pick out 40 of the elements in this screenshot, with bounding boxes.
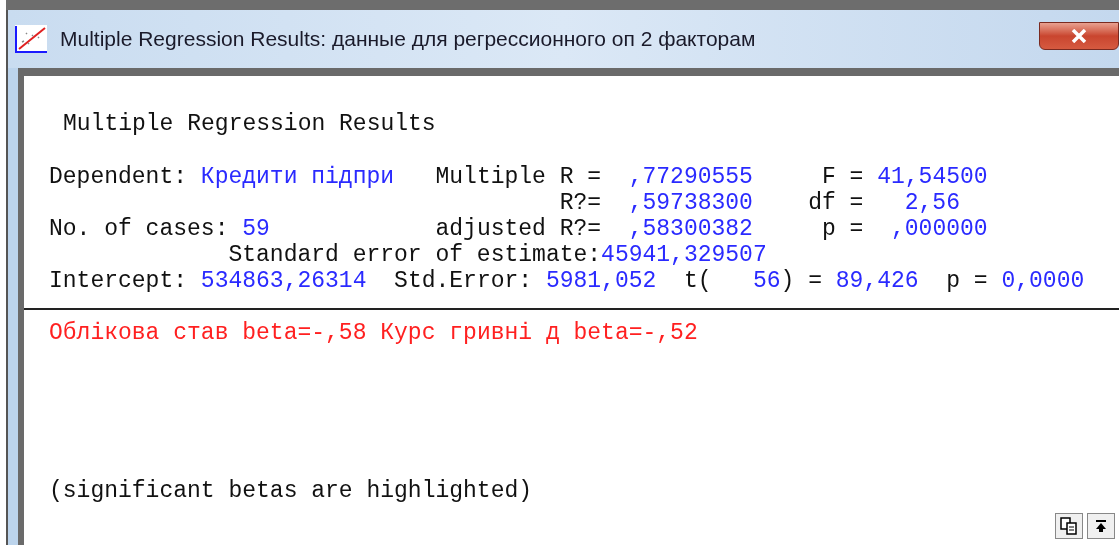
value-text: ,77290555 [628,164,753,190]
label-text: ) = [780,268,823,294]
copy-button[interactable] [1055,513,1083,539]
label-text: No. of cases: [49,216,229,242]
up-arrow-icon [1095,519,1107,533]
value-text: 534863,26314 [200,268,367,294]
value-text: ,58300382 [628,216,753,242]
beta-text: Облікова став beta=-,58 [49,320,367,346]
close-icon [1071,29,1087,43]
copy-icon [1060,517,1078,535]
close-button[interactable] [1039,22,1119,50]
value-text: 89,426 [835,268,919,294]
beta-text: Курс гривні д beta=-,52 [380,320,698,346]
label-text: F = [820,164,865,190]
value-text: 2,56 [904,190,960,216]
value-text: ,000000 [890,216,988,242]
value-text: ,59738300 [628,190,753,216]
value-text: 41,54500 [877,164,988,190]
value-text: 45941,329507 [601,242,767,268]
value-text: 56 [752,268,781,294]
value-text: 5981,052 [545,268,657,294]
chart-icon [14,24,48,54]
note-text: (significant betas are highlighted) [49,478,533,504]
value-text: Кредити підпри [200,164,395,190]
label-text: df = [807,190,865,216]
label-text: adjusted R?= [434,216,603,242]
scroll-top-button[interactable] [1087,513,1115,539]
label-text: p = [945,268,989,294]
label-text: Multiple R = [434,164,603,190]
window-title: Multiple Regression Results: данные для регрессионного оп 2 факторам [60,26,756,53]
value-text: 59 [242,216,270,242]
label-text: Intercept: [49,268,189,294]
label-text: R?= [558,190,603,216]
label-text: Std.Error: [393,268,534,294]
label-text: t( [682,268,713,294]
value-text: 0,0000 [1001,268,1085,294]
label-text: p = [820,216,865,242]
label-text: Dependent: [49,164,189,190]
label-text: Standard error of estimate: [227,242,602,268]
results-heading: Multiple Regression Results [62,111,437,137]
